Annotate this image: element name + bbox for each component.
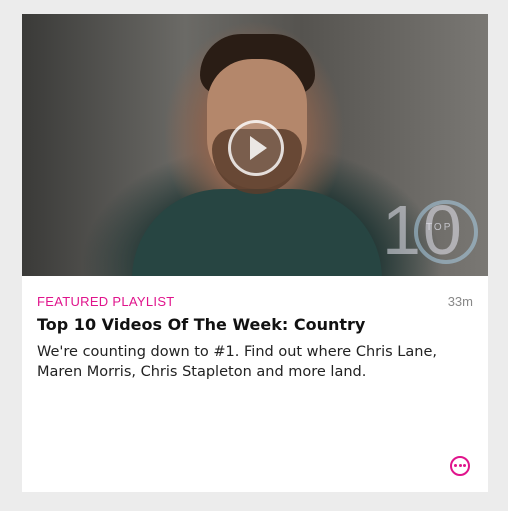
more-options-icon[interactable] [450, 456, 470, 476]
more-options-dots [454, 464, 466, 468]
playlist-card[interactable]: 10 TOP FEATURED PLAYLIST 33m Top 10 Vide… [22, 14, 488, 492]
playlist-title[interactable]: Top 10 Videos Of The Week: Country [37, 315, 365, 334]
thumbnail-person-shirt [132, 189, 382, 276]
badge-text: TOP [426, 222, 453, 233]
playlist-description: We're counting down to #1. Find out wher… [37, 344, 437, 380]
top-10-badge: 10 TOP [382, 191, 478, 269]
duration-label: 33m [447, 294, 473, 309]
category-label: FEATURED PLAYLIST [37, 294, 175, 309]
play-icon[interactable] [228, 120, 284, 176]
video-thumbnail[interactable]: 10 TOP [22, 14, 488, 276]
